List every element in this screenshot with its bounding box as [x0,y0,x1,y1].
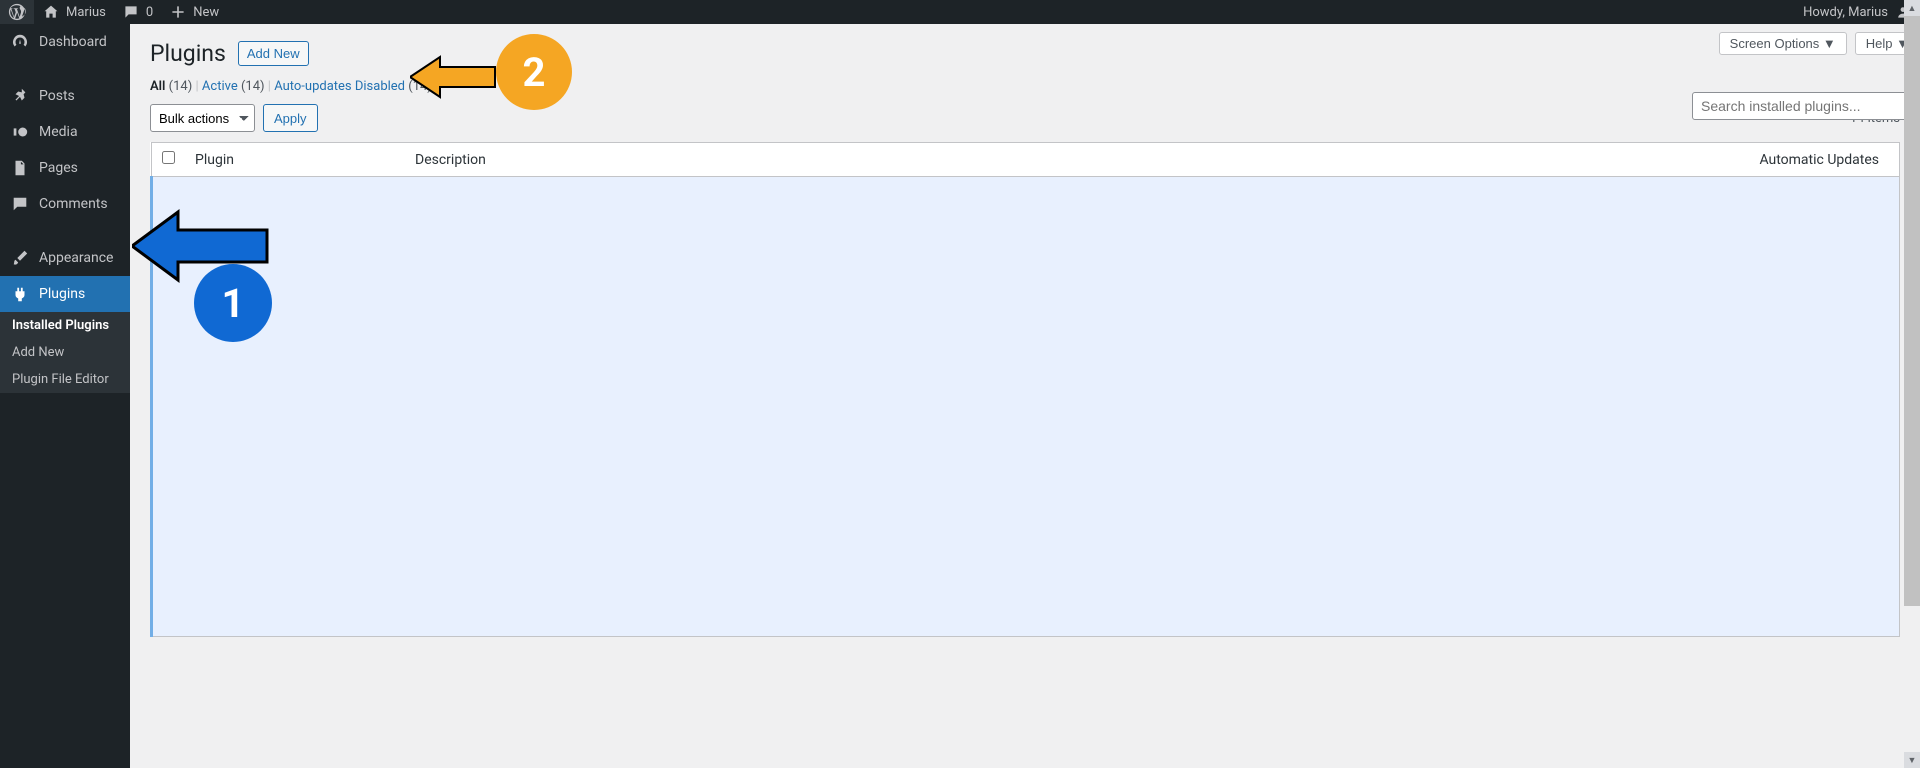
filter-all-count: (14) [169,79,193,94]
new-content-link[interactable]: New [161,0,227,24]
filter-links: All (14) | Active (14) | Auto-updates Di… [150,75,1900,104]
comment-icon [122,3,140,21]
new-label: New [193,5,219,20]
search-input[interactable] [1692,92,1920,120]
submenu-installed-plugins[interactable]: Installed Plugins [0,312,130,339]
page-title: Plugins [150,40,226,67]
sidebar-label: Pages [39,160,78,176]
filter-all[interactable]: All [150,79,165,94]
plug-icon [10,284,30,304]
home-icon [42,3,60,21]
comments-count: 0 [146,5,153,20]
sidebar-label: Dashboard [39,34,107,50]
howdy-text: Howdy, Marius [1803,5,1888,20]
sidebar-item-media[interactable]: Media [0,114,130,150]
brush-icon [10,248,30,268]
add-new-button[interactable]: Add New [238,41,309,66]
wp-logo-menu[interactable] [0,0,34,24]
filter-active[interactable]: Active [202,79,238,94]
sidebar-item-comments[interactable]: Comments [0,186,130,222]
plugins-table: Plugin Description Automatic Updates [150,142,1900,637]
comment-icon [10,194,30,214]
sidebar-label: Media [39,124,78,140]
apply-button[interactable]: Apply [263,104,318,132]
column-plugin[interactable]: Plugin [185,143,405,177]
comments-link[interactable]: 0 [114,0,161,24]
admin-sidebar: Dashboard Posts Media Pages Comments App… [0,24,130,768]
column-description[interactable]: Description [405,143,1730,177]
sidebar-label: Plugins [39,286,85,302]
wordpress-icon [8,3,26,21]
sidebar-item-dashboard[interactable]: Dashboard [0,24,130,60]
admin-toolbar: Marius 0 New Howdy, Marius [0,0,1920,24]
howdy-user[interactable]: Howdy, Marius [1795,0,1920,24]
sidebar-label: Posts [39,88,75,104]
controls-left: Bulk actions Apply [150,104,318,132]
media-icon [10,122,30,142]
site-link[interactable]: Marius [34,0,114,24]
header-buttons: Screen Options ▼ Help ▼ [1719,32,1920,55]
toolbar-left: Marius 0 New [0,0,227,24]
site-name: Marius [66,5,106,20]
scroll-up-icon[interactable]: ▲ [1904,0,1920,16]
column-updates[interactable]: Automatic Updates [1730,143,1900,177]
submenu-add-new[interactable]: Add New [0,339,130,366]
scrollbar[interactable]: ▲ ▼ [1904,0,1920,768]
bulk-actions-select[interactable]: Bulk actions [150,104,255,132]
sidebar-item-appearance[interactable]: Appearance [0,240,130,276]
sidebar-item-pages[interactable]: Pages [0,150,130,186]
controls-row: Bulk actions Apply 14 items [150,104,1900,132]
plus-icon [169,3,187,21]
dashboard-icon [10,32,30,52]
sidebar-item-plugins[interactable]: Plugins [0,276,130,312]
scroll-thumb[interactable] [1904,16,1920,606]
sidebar-label: Appearance [39,250,113,266]
sidebar-item-posts[interactable]: Posts [0,78,130,114]
filter-active-count: (14) [241,79,265,94]
filter-auto-count: (14) [408,79,432,94]
toolbar-right: Howdy, Marius [1795,0,1920,24]
main-wrap: Dashboard Posts Media Pages Comments App… [0,24,1920,768]
sidebar-label: Comments [39,196,108,212]
screen-options-button[interactable]: Screen Options ▼ [1719,32,1847,55]
page-icon [10,158,30,178]
search-box [1692,92,1920,120]
pin-icon [10,86,30,106]
plugins-submenu: Installed Plugins Add New Plugin File Ed… [0,312,130,393]
scroll-down-icon[interactable]: ▼ [1904,752,1920,768]
page-header: Plugins Add New [150,24,1900,75]
table-row [152,177,1900,637]
select-all-checkbox[interactable] [162,151,175,164]
submenu-plugin-file-editor[interactable]: Plugin File Editor [0,366,130,393]
filter-auto-updates[interactable]: Auto-updates Disabled [274,79,405,94]
content-area: Screen Options ▼ Help ▼ Plugins Add New … [130,24,1920,768]
select-all-header [152,143,186,177]
